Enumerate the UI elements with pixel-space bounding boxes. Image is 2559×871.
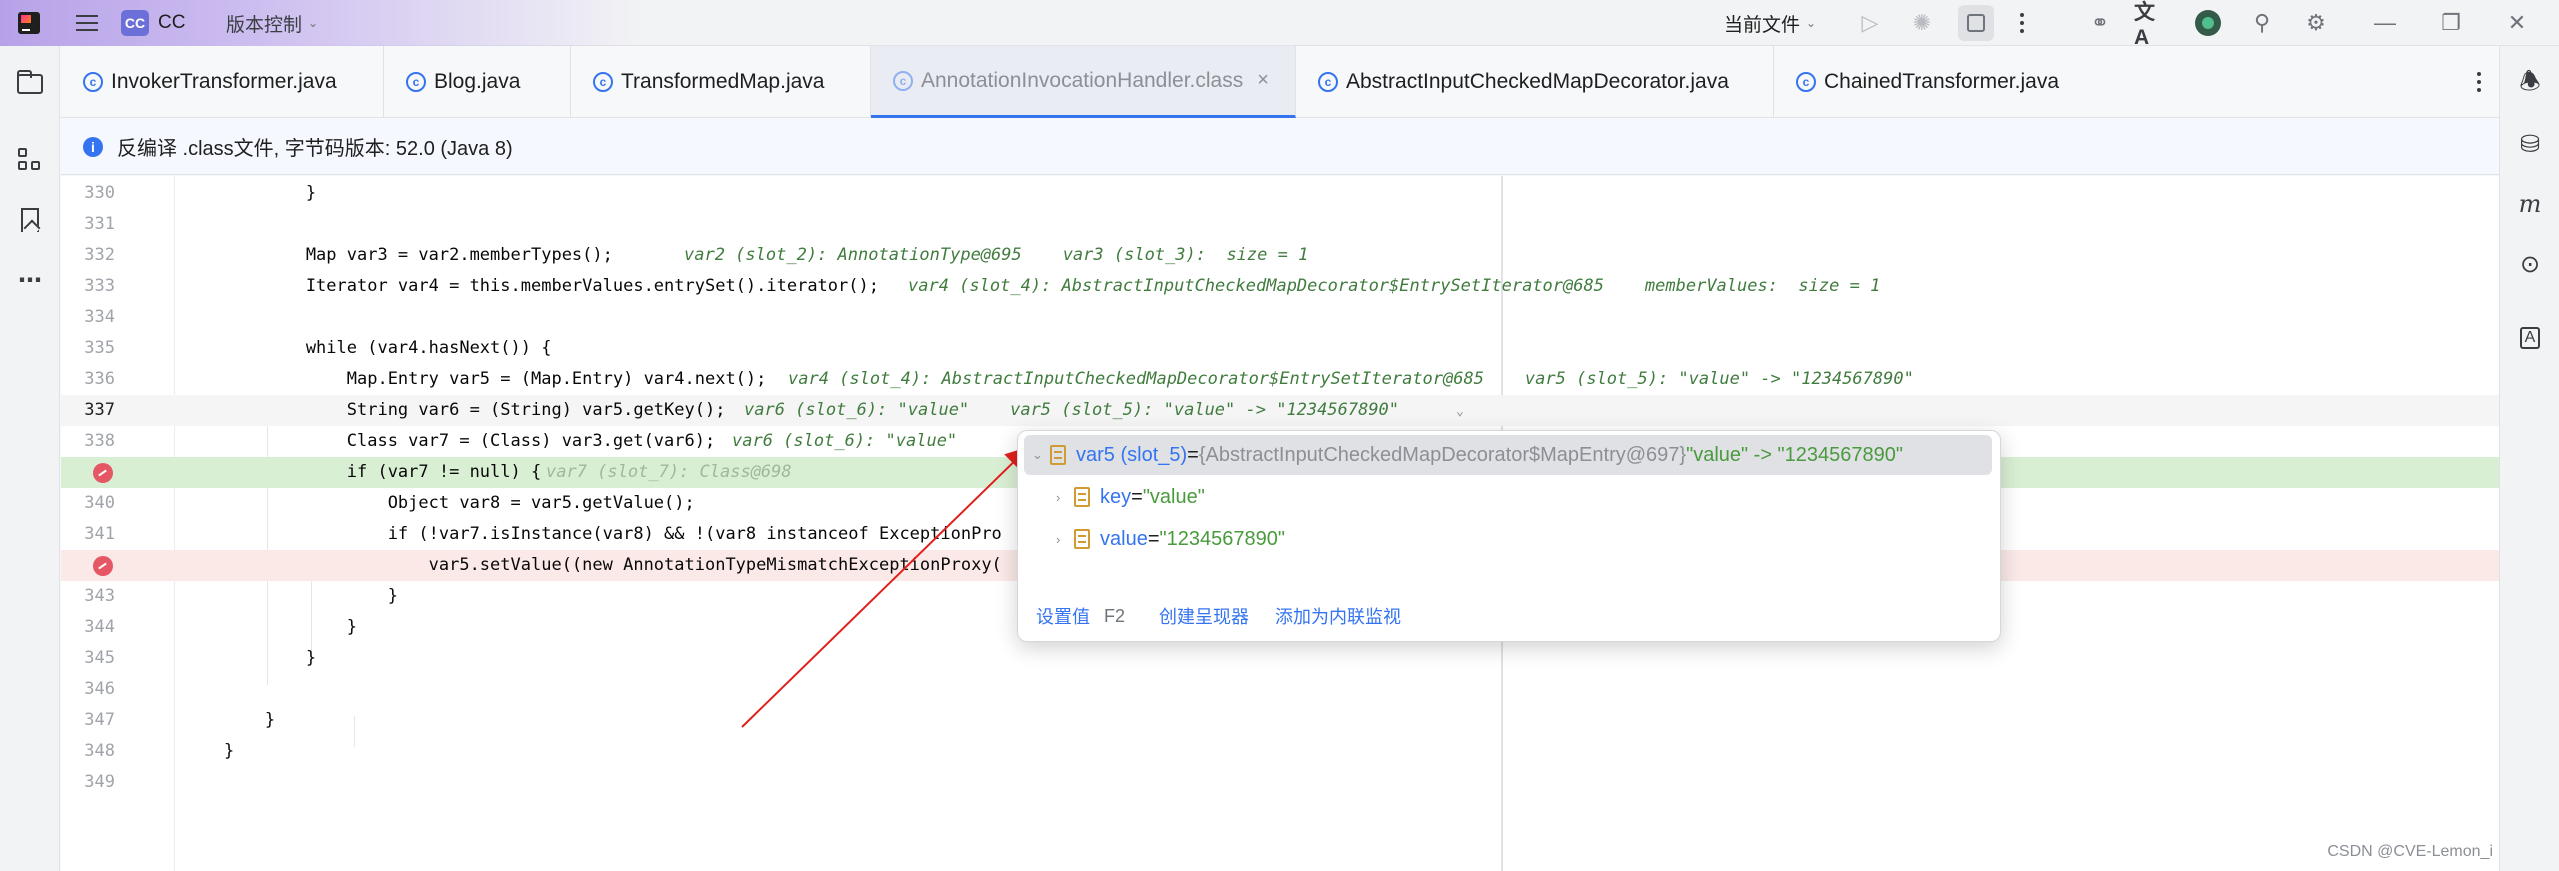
variable-icon <box>1050 445 1066 465</box>
more-actions-icon[interactable] <box>2004 0 2040 46</box>
child-value: "value" <box>1142 485 1205 508</box>
class-icon: c <box>406 72 426 92</box>
stop-button[interactable] <box>1954 0 1998 46</box>
run-config-selector[interactable]: 当前文件 ⌄ <box>1724 0 1816 46</box>
tab-label: AbstractInputCheckedMapDecorator.java <box>1346 70 1729 93</box>
popup-root-variable[interactable]: ⌄ var5 (slot_5) = {AbstractInputCheckedM… <box>1024 435 1992 475</box>
database-icon[interactable]: ⛁ <box>2512 126 2548 162</box>
editor-tabs: c InvokerTransformer.java c Blog.java c Tra… <box>61 46 2499 118</box>
bookmarks-icon[interactable] <box>12 202 48 238</box>
decompiled-info-banner: i 反编译 .class文件, 字节码版本: 52.0 (Java 8) <box>61 119 2499 175</box>
debug-icon[interactable]: ✺ <box>1904 0 1940 46</box>
class-icon: c <box>1796 72 1816 92</box>
create-renderer-link[interactable]: 创建呈现器 <box>1159 603 1249 629</box>
maven-icon[interactable]: m <box>2512 186 2548 222</box>
variable-name: var5 (slot_5) <box>1076 443 1188 466</box>
run-config-label: 当前文件 <box>1724 14 1801 36</box>
main-menu-icon[interactable] <box>70 0 104 46</box>
equals-sign: = <box>1187 443 1199 466</box>
right-tool-window-bar: 🕭 ⛁ m ⊙ A <box>2499 46 2559 871</box>
expand-arrow-icon[interactable]: › <box>1056 490 1074 505</box>
font-panel-icon[interactable]: A <box>2512 320 2548 356</box>
notifications-bell-icon[interactable]: 🕭 <box>2512 66 2548 102</box>
tab-transformed-map[interactable]: c TransformedMap.java <box>571 46 871 118</box>
intellij-logo-icon[interactable] <box>14 0 44 46</box>
services-icon[interactable]: ⊙ <box>2512 246 2548 282</box>
add-user-icon[interactable]: ⚭ <box>2082 0 2118 46</box>
tab-label: InvokerTransformer.java <box>111 70 337 93</box>
tab-chained-transformer[interactable]: c ChainedTransformer.java <box>1774 46 2114 118</box>
vcs-label: 版本控制 <box>226 14 303 36</box>
tab-label: AnnotationInvocationHandler.class <box>921 68 1244 92</box>
tab-abstract-input-checked-map-decorator[interactable]: c AbstractInputCheckedMapDecorator.java <box>1296 46 1774 118</box>
close-tab-icon[interactable]: × <box>1257 69 1269 92</box>
tab-blog[interactable]: c Blog.java <box>384 46 571 118</box>
popup-actions: 设置值 F2 创建呈现器 添加为内联监视 <box>1036 601 1427 631</box>
vcs-widget[interactable]: 版本控制 ⌄ <box>226 0 318 46</box>
tab-annotation-invocation-handler[interactable]: c AnnotationInvocationHandler.class × <box>871 46 1296 118</box>
ai-assistant-icon[interactable] <box>2190 0 2226 46</box>
child-value: "1234567890" <box>1159 527 1285 550</box>
variable-icon <box>1074 487 1090 507</box>
debug-value-popup: ⌄ var5 (slot_5) = {AbstractInputCheckedM… <box>1017 430 2001 642</box>
translate-icon[interactable]: 文A <box>2134 0 2170 49</box>
class-icon: c <box>593 72 613 92</box>
search-icon[interactable]: ⚲ <box>2244 0 2280 46</box>
restore-window-icon[interactable]: ❐ <box>2426 0 2476 46</box>
popup-child-value[interactable]: › value = "1234567890" <box>1056 519 1285 559</box>
project-folder-icon[interactable] <box>12 66 48 102</box>
more-tool-windows-icon[interactable]: ⋯ <box>12 262 48 298</box>
expand-arrow-icon[interactable]: › <box>1056 532 1074 547</box>
class-icon: c <box>83 72 103 92</box>
close-window-icon[interactable]: ✕ <box>2492 0 2542 46</box>
collapse-arrow-icon[interactable]: ⌄ <box>1032 447 1050 463</box>
tabs-more-icon[interactable] <box>2477 46 2481 118</box>
project-badge-label: CC <box>121 10 149 36</box>
set-value-shortcut: F2 <box>1104 605 1126 626</box>
tab-label: ChainedTransformer.java <box>1824 70 2059 93</box>
run-icon[interactable]: ▷ <box>1852 0 1888 46</box>
project-badge[interactable]: CC <box>120 0 150 46</box>
chevron-down-icon: ⌄ <box>308 16 319 30</box>
left-tool-window-bar: ⋯ <box>0 46 60 871</box>
structure-icon[interactable] <box>12 142 48 178</box>
tab-invoker-transformer[interactable]: c InvokerTransformer.java <box>61 46 384 118</box>
add-inline-watch-link[interactable]: 添加为内联监视 <box>1275 603 1401 629</box>
project-name[interactable]: CC <box>158 0 185 46</box>
class-icon: c <box>893 70 913 91</box>
tab-label: TransformedMap.java <box>621 70 825 93</box>
info-icon: i <box>83 136 103 157</box>
variable-value: "value" -> "1234567890" <box>1686 443 1903 466</box>
equals-sign: = <box>1131 485 1143 508</box>
settings-gear-icon[interactable]: ⚙ <box>2298 0 2334 46</box>
child-name: value <box>1100 527 1148 550</box>
popup-child-key[interactable]: › key = "value" <box>1056 477 1205 517</box>
set-value-link[interactable]: 设置值 <box>1036 603 1090 629</box>
watermark: CSDN @CVE-Lemon_i <box>2327 843 2493 860</box>
banner-text: 反编译 .class文件, 字节码版本: 52.0 (Java 8) <box>117 138 513 160</box>
variable-icon <box>1074 529 1090 549</box>
child-name: key <box>1100 485 1132 508</box>
class-icon: c <box>1318 72 1338 92</box>
chevron-down-icon: ⌄ <box>1806 16 1817 30</box>
variable-type: {AbstractInputCheckedMapDecorator$MapEnt… <box>1198 443 1687 466</box>
tab-label: Blog.java <box>434 70 521 93</box>
title-bar: CC CC 版本控制 ⌄ 当前文件 ⌄ ▷ ✺ ⚭ 文A ⚲ ⚙ — ❐ ✕ <box>0 0 2559 49</box>
equals-sign: = <box>1147 527 1160 550</box>
minimize-window-icon[interactable]: — <box>2360 0 2410 46</box>
